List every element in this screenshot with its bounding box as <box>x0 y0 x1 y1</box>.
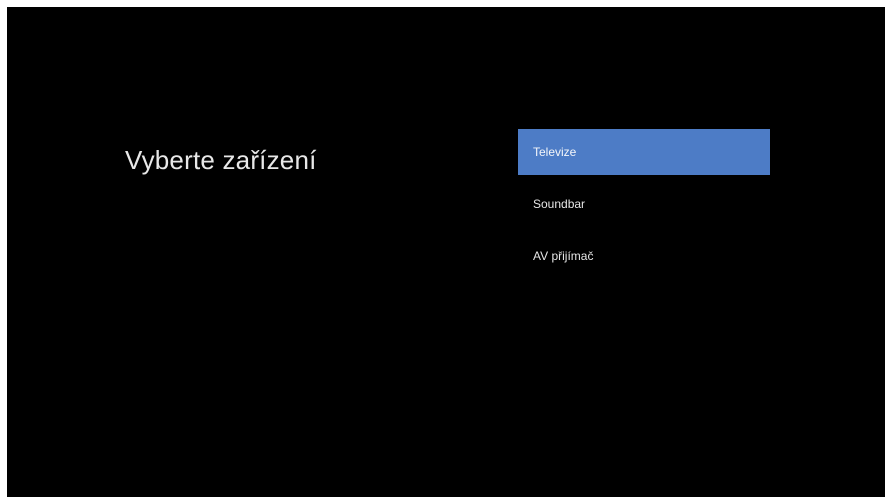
menu-item-av-prijimac[interactable]: AV přijímač <box>518 233 770 279</box>
tv-screen: Vyberte zařízení Televize Soundbar AV př… <box>7 7 885 497</box>
menu-item-televize[interactable]: Televize <box>518 129 770 175</box>
menu-item-soundbar[interactable]: Soundbar <box>518 181 770 227</box>
page-title: Vyberte zařízení <box>125 145 317 175</box>
device-menu: Televize Soundbar AV přijímač <box>518 129 770 285</box>
